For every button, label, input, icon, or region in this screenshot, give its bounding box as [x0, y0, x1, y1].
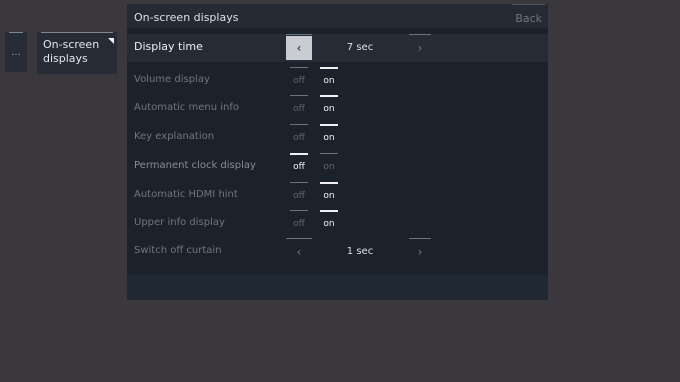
stepper-prev-button[interactable]: ‹ [286, 238, 312, 264]
stepper-next-button[interactable]: › [409, 238, 431, 264]
setting-label: Automatic HDMI hint [134, 189, 238, 200]
corner-caret-icon [108, 38, 114, 44]
settings-panel: On-screen displays Back Display time ‹ 7… [127, 4, 548, 300]
setting-row-automatic-menu-info[interactable]: Automatic menu info off on [127, 95, 548, 123]
setting-row-upper-info-display[interactable]: Upper info display off on [127, 210, 548, 238]
breadcrumb-current-label-line1: On-screen [43, 38, 100, 51]
toggle-off-option[interactable]: off [290, 182, 308, 210]
setting-row-display-time[interactable]: Display time ‹ 7 sec › [127, 34, 548, 62]
toggle-on-option[interactable]: on [320, 95, 338, 123]
toggle-on-option[interactable]: on [320, 182, 338, 210]
stepper-value: 1 sec [346, 246, 374, 257]
panel-header: On-screen displays Back [127, 4, 548, 28]
setting-label: Permanent clock display [134, 160, 256, 171]
setting-label: Volume display [134, 74, 210, 85]
stepper-value: 7 sec [346, 42, 374, 53]
setting-label: Automatic menu info [134, 102, 239, 113]
toggle-off-option[interactable]: off [290, 153, 308, 181]
toggle-off-option[interactable]: off [290, 210, 308, 238]
toggle-off-option[interactable]: off [290, 124, 308, 152]
toggle-on-option[interactable]: on [320, 210, 338, 238]
setting-label: Display time [134, 40, 203, 53]
setting-row-key-explanation[interactable]: Key explanation off on [127, 124, 548, 152]
stepper-prev-button[interactable]: ‹ [286, 34, 312, 60]
breadcrumb-current-label-line2: displays [43, 52, 88, 65]
page-title: On-screen displays [134, 11, 239, 24]
toggle-on-option[interactable]: on [320, 67, 338, 95]
breadcrumb-previous[interactable]: ... [5, 32, 27, 72]
back-button[interactable]: Back [512, 4, 545, 25]
toggle-off-option[interactable]: off [290, 95, 308, 123]
setting-row-volume-display[interactable]: Volume display off on [127, 67, 548, 95]
toggle-off-option[interactable]: off [290, 67, 308, 95]
panel-footer [127, 274, 548, 300]
setting-row-automatic-hdmi-hint[interactable]: Automatic HDMI hint off on [127, 182, 548, 210]
setting-row-switch-off-curtain[interactable]: Switch off curtain ‹ 1 sec › [127, 238, 548, 266]
setting-row-permanent-clock-display[interactable]: Permanent clock display off on [127, 153, 548, 181]
toggle-on-option[interactable]: on [320, 124, 338, 152]
toggle-on-option[interactable]: on [320, 153, 338, 181]
stepper-next-button[interactable]: › [409, 34, 431, 60]
breadcrumb-previous-label: ... [11, 46, 21, 58]
breadcrumb-current[interactable]: On-screen displays [37, 32, 117, 74]
setting-label: Key explanation [134, 131, 215, 142]
setting-label: Switch off curtain [134, 245, 222, 256]
setting-label: Upper info display [134, 217, 225, 228]
